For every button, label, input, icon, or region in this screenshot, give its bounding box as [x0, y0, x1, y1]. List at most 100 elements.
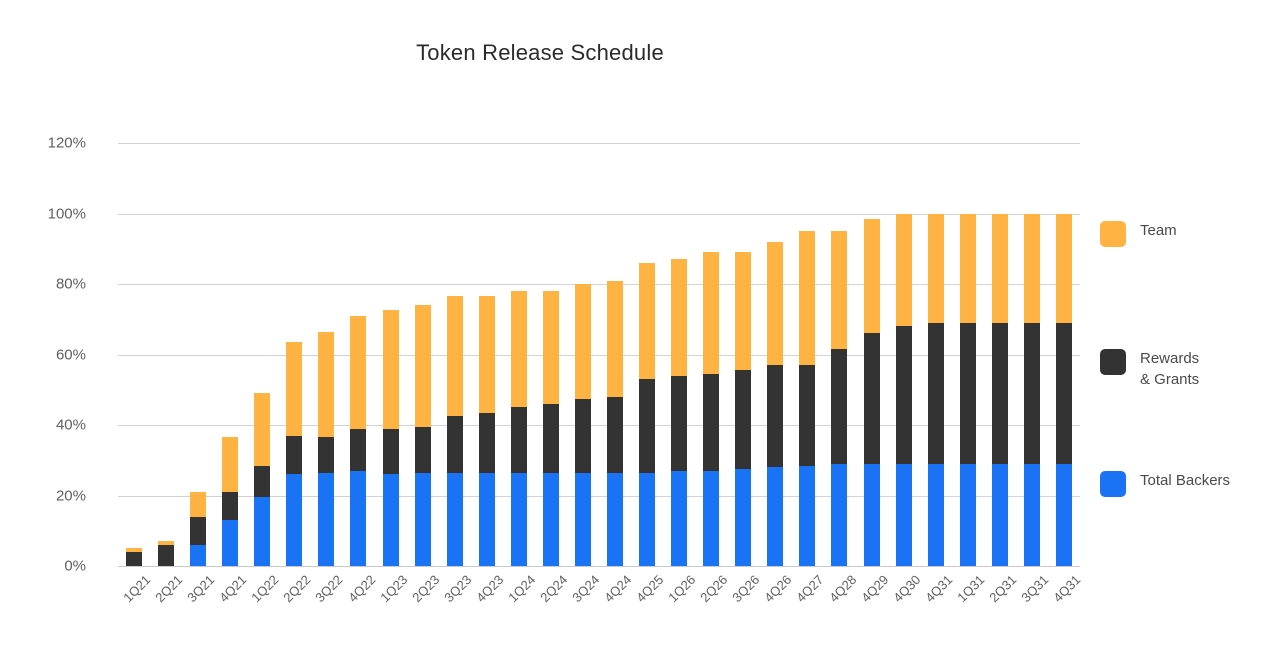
bar-segment-total-backers[interactable]	[895, 463, 912, 566]
stacked-bar[interactable]	[1055, 213, 1072, 566]
bar-segment-team[interactable]	[703, 252, 720, 374]
stacked-bar[interactable]	[799, 231, 816, 566]
stacked-bar[interactable]	[703, 252, 720, 566]
stacked-bar[interactable]	[158, 541, 175, 566]
bar-segment-team[interactable]	[542, 291, 559, 404]
stacked-bar[interactable]	[959, 213, 976, 566]
stacked-bar[interactable]	[574, 284, 591, 566]
bar-segment-rewards-grants[interactable]	[607, 396, 624, 473]
bar-segment-rewards-grants[interactable]	[190, 516, 207, 545]
bar-segment-team[interactable]	[350, 315, 367, 429]
bar-segment-rewards-grants[interactable]	[478, 412, 495, 473]
stacked-bar[interactable]	[767, 241, 784, 566]
bar-segment-total-backers[interactable]	[671, 470, 688, 566]
stacked-bar[interactable]	[863, 218, 880, 566]
bar-segment-rewards-grants[interactable]	[895, 326, 912, 464]
bar-segment-rewards-grants[interactable]	[671, 375, 688, 471]
bar-segment-total-backers[interactable]	[574, 472, 591, 566]
bar-segment-team[interactable]	[863, 218, 880, 334]
bar-segment-team[interactable]	[254, 393, 271, 466]
bar-segment-team[interactable]	[607, 280, 624, 397]
bar-segment-rewards-grants[interactable]	[542, 403, 559, 473]
bar-segment-team[interactable]	[446, 296, 463, 417]
bar-segment-total-backers[interactable]	[350, 470, 367, 566]
bar-segment-rewards-grants[interactable]	[927, 322, 944, 464]
stacked-bar[interactable]	[895, 213, 912, 566]
bar-segment-rewards-grants[interactable]	[382, 428, 399, 475]
bar-segment-team[interactable]	[959, 213, 976, 323]
bar-segment-team[interactable]	[831, 231, 848, 350]
bar-segment-total-backers[interactable]	[799, 465, 816, 566]
bar-segment-rewards-grants[interactable]	[639, 379, 656, 473]
bar-segment-total-backers[interactable]	[542, 472, 559, 566]
bar-segment-total-backers[interactable]	[414, 472, 431, 566]
bar-segment-total-backers[interactable]	[1055, 463, 1072, 566]
stacked-bar[interactable]	[639, 262, 656, 566]
bar-segment-team[interactable]	[318, 331, 335, 438]
bar-segment-rewards-grants[interactable]	[959, 322, 976, 464]
bar-segment-rewards-grants[interactable]	[446, 416, 463, 473]
bar-segment-team[interactable]	[414, 305, 431, 427]
bar-segment-rewards-grants[interactable]	[318, 437, 335, 473]
bar-segment-rewards-grants[interactable]	[991, 322, 1008, 464]
bar-segment-total-backers[interactable]	[478, 472, 495, 566]
bar-segment-team[interactable]	[927, 213, 944, 323]
bar-segment-team[interactable]	[991, 213, 1008, 323]
bar-segment-total-backers[interactable]	[735, 469, 752, 566]
bar-segment-team[interactable]	[895, 213, 912, 327]
stacked-bar[interactable]	[286, 342, 303, 566]
bar-segment-rewards-grants[interactable]	[350, 428, 367, 471]
bar-segment-team[interactable]	[478, 296, 495, 413]
stacked-bar[interactable]	[382, 310, 399, 566]
bar-segment-total-backers[interactable]	[767, 467, 784, 566]
stacked-bar[interactable]	[318, 331, 335, 566]
bar-segment-team[interactable]	[1023, 213, 1040, 323]
bar-segment-total-backers[interactable]	[639, 472, 656, 566]
bar-segment-total-backers[interactable]	[190, 544, 207, 566]
bar-segment-total-backers[interactable]	[286, 474, 303, 566]
stacked-bar[interactable]	[254, 393, 271, 566]
stacked-bar[interactable]	[222, 437, 239, 566]
bar-segment-total-backers[interactable]	[959, 463, 976, 566]
stacked-bar[interactable]	[350, 315, 367, 566]
bar-segment-team[interactable]	[639, 262, 656, 380]
bar-segment-team[interactable]	[671, 259, 688, 376]
bar-segment-team[interactable]	[799, 231, 816, 366]
bar-segment-rewards-grants[interactable]	[799, 365, 816, 466]
stacked-bar[interactable]	[446, 296, 463, 566]
legend-entry[interactable]: Rewards & Grants	[1100, 348, 1199, 390]
bar-segment-team[interactable]	[190, 492, 207, 517]
bar-segment-rewards-grants[interactable]	[767, 365, 784, 468]
stacked-bar[interactable]	[126, 548, 143, 566]
bar-segment-total-backers[interactable]	[1023, 463, 1040, 566]
bar-segment-rewards-grants[interactable]	[703, 373, 720, 471]
bar-segment-team[interactable]	[286, 342, 303, 436]
bar-segment-rewards-grants[interactable]	[574, 398, 591, 473]
legend-entry[interactable]: Team	[1100, 220, 1177, 247]
bar-segment-team[interactable]	[767, 241, 784, 366]
stacked-bar[interactable]	[735, 252, 752, 566]
bar-segment-rewards-grants[interactable]	[222, 492, 239, 521]
bar-segment-total-backers[interactable]	[703, 470, 720, 566]
bar-segment-rewards-grants[interactable]	[831, 349, 848, 464]
stacked-bar[interactable]	[671, 259, 688, 566]
bar-segment-rewards-grants[interactable]	[158, 544, 175, 566]
bar-segment-total-backers[interactable]	[446, 472, 463, 566]
bar-segment-total-backers[interactable]	[510, 472, 527, 566]
bar-segment-team[interactable]	[574, 284, 591, 399]
bar-segment-rewards-grants[interactable]	[863, 333, 880, 464]
stacked-bar[interactable]	[607, 280, 624, 566]
bar-segment-total-backers[interactable]	[318, 472, 335, 566]
bar-segment-total-backers[interactable]	[382, 474, 399, 566]
bar-segment-rewards-grants[interactable]	[254, 465, 271, 498]
stacked-bar[interactable]	[510, 291, 527, 566]
stacked-bar[interactable]	[542, 291, 559, 566]
bar-segment-rewards-grants[interactable]	[1023, 322, 1040, 464]
stacked-bar[interactable]	[414, 305, 431, 566]
bar-segment-total-backers[interactable]	[254, 497, 271, 566]
bar-segment-team[interactable]	[1055, 213, 1072, 323]
bar-segment-total-backers[interactable]	[991, 463, 1008, 566]
bar-segment-total-backers[interactable]	[607, 472, 624, 566]
bar-segment-team[interactable]	[222, 437, 239, 492]
bar-segment-team[interactable]	[510, 291, 527, 408]
